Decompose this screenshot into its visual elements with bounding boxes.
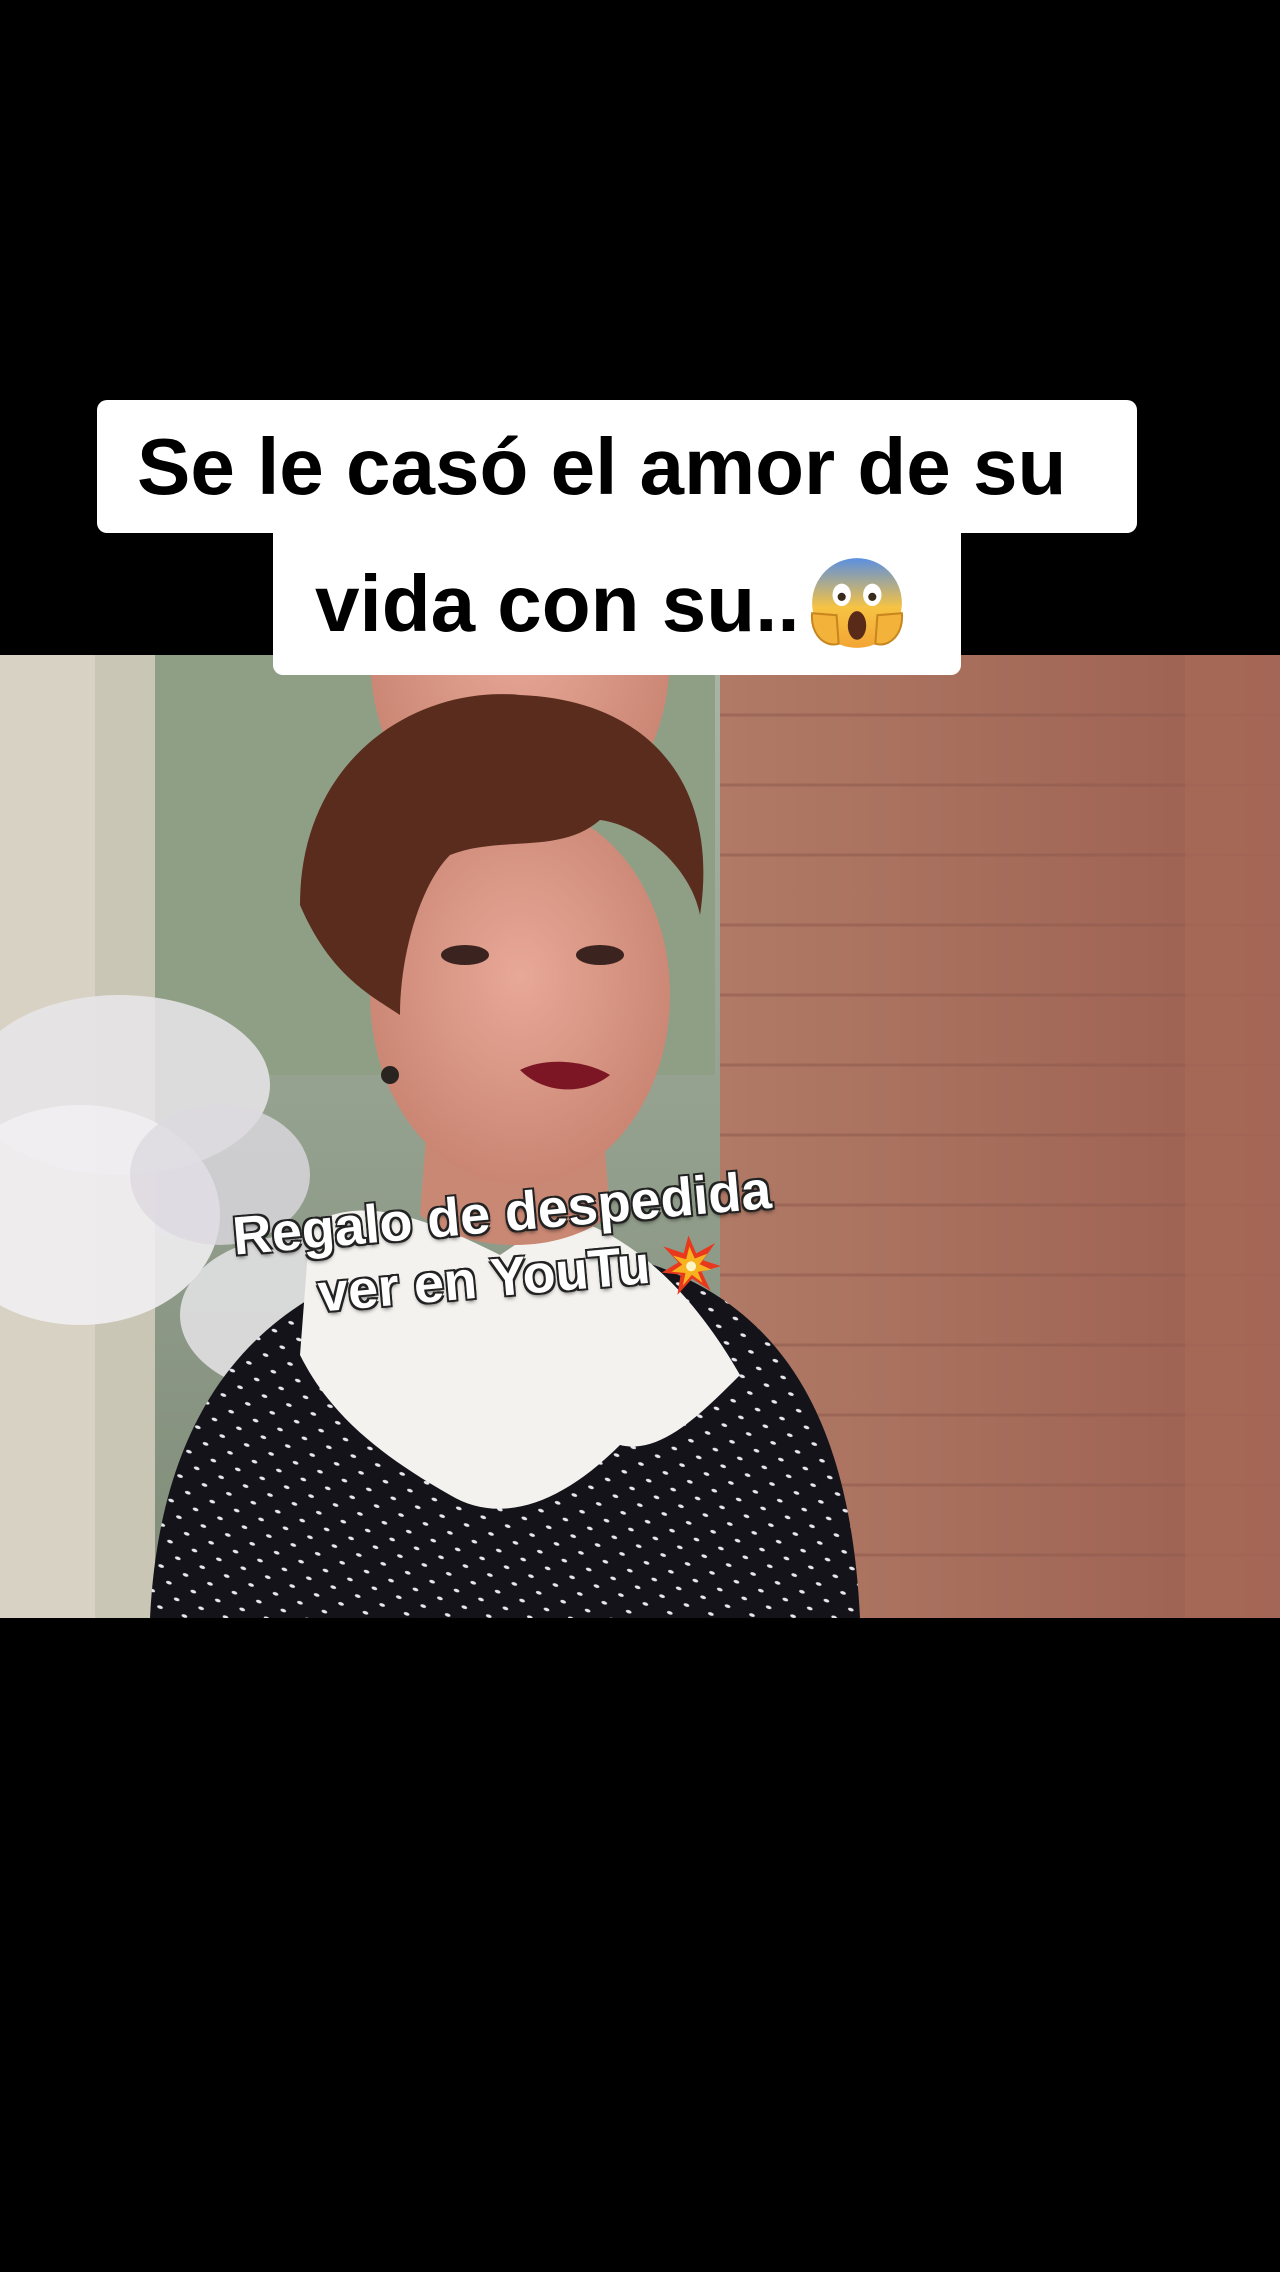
video-frame[interactable] <box>0 655 1280 1618</box>
face-screaming-in-fear-icon <box>810 557 903 648</box>
collision-burst-icon <box>661 1235 722 1295</box>
caption-line-2: vida con su.. <box>273 533 961 675</box>
caption-line-2-text: vida con su.. <box>315 559 800 648</box>
video-still <box>0 655 1280 1618</box>
caption-line-1-text: Se le casó el amor de su <box>137 422 1067 511</box>
caption-line-1: Se le casó el amor de su <box>97 400 1137 533</box>
